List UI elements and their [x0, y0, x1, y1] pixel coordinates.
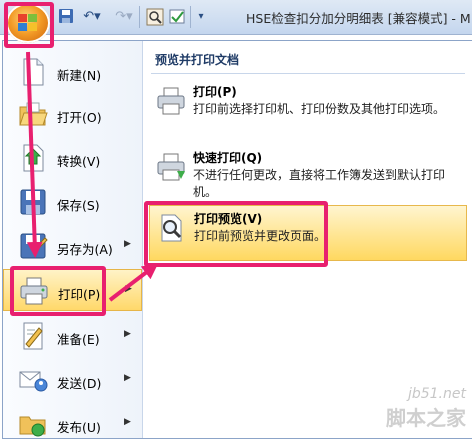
menu-item-save-as[interactable]: 另存为(A) ▶ — [3, 225, 142, 267]
option-title: 快速打印(Q) — [193, 151, 263, 165]
undo-icon[interactable]: ↶▾ — [80, 8, 104, 26]
save-icon[interactable] — [58, 8, 74, 26]
panel-header: 预览并打印文档 — [155, 53, 240, 67]
publish-icon — [17, 408, 49, 440]
prepare-icon — [17, 320, 49, 352]
option-description: 不进行任何更改，直接将工作簿发送到默认打印机。 — [193, 168, 446, 199]
option-description: 打印前选择打印机、打印份数及其他打印选项。 — [193, 102, 446, 116]
spelling-icon[interactable] — [168, 8, 186, 26]
new-document-icon — [17, 56, 49, 88]
save-as-icon — [17, 230, 49, 262]
highlight-print-preview — [144, 201, 328, 267]
submenu-arrow-icon: ▶ — [124, 373, 131, 383]
toolbar-separator — [190, 6, 191, 28]
menu-item-convert[interactable]: 转换(V) — [3, 137, 142, 179]
watermark-url: jb51.net — [407, 386, 466, 402]
watermark: jb51.net 脚本之家 — [386, 386, 466, 431]
menu-item-send[interactable]: 发送(D) ▶ — [3, 359, 142, 401]
option-title: 打印(P) — [193, 85, 237, 99]
submenu-arrow-icon: ▶ — [124, 329, 131, 339]
printer-icon — [155, 85, 187, 117]
watermark-name: 脚本之家 — [386, 406, 466, 430]
menu-item-new[interactable]: 新建(N) — [3, 51, 142, 93]
menu-item-save[interactable]: 保存(S) — [3, 181, 142, 223]
menu-item-label: 发送(D) — [57, 376, 102, 391]
divider — [151, 73, 465, 74]
highlight-print-item — [10, 266, 106, 316]
print-option-print[interactable]: 打印(P) 打印前选择打印机、打印份数及其他打印选项。 — [149, 79, 467, 135]
convert-icon — [17, 142, 49, 174]
menu-item-label: 转换(V) — [57, 154, 101, 169]
toolbar-separator — [139, 6, 140, 28]
customize-dropdown-icon[interactable]: ▾ — [195, 8, 207, 26]
menu-item-label: 另存为(A) — [57, 242, 113, 257]
menu-item-label: 准备(E) — [57, 332, 100, 347]
menu-item-label: 发布(U) — [57, 420, 101, 435]
menu-item-prepare[interactable]: 准备(E) ▶ — [3, 315, 142, 357]
menu-item-open[interactable]: 打开(O) — [3, 93, 142, 135]
window-title: HSE检查扣分加分明细表 [兼容模式] - M — [246, 11, 471, 26]
quick-print-icon — [155, 151, 187, 183]
highlight-office-button — [4, 2, 54, 48]
menu-item-publish[interactable]: 发布(U) ▶ — [3, 403, 142, 445]
menu-item-label: 新建(N) — [57, 68, 102, 83]
menu-item-label: 保存(S) — [57, 198, 100, 213]
send-icon — [17, 364, 49, 396]
menu-commands: 新建(N) 打开(O) 转换(V) 保存(S) 另存为(A) ▶ 打印(P) ▶… — [3, 41, 143, 438]
title-bar: ↶▾ ↷▾ ▾ HSE检查扣分加分明细表 [兼容模式] - M — [0, 0, 472, 35]
print-option-quick-print[interactable]: 快速打印(Q) 不进行任何更改，直接将工作簿发送到默认打印机。 — [149, 145, 467, 201]
submenu-arrow-icon: ▶ — [124, 239, 131, 249]
submenu-arrow-icon: ▶ — [125, 284, 132, 294]
open-folder-icon — [17, 98, 49, 130]
menu-item-label: 打开(O) — [57, 110, 102, 125]
redo-icon[interactable]: ↷▾ — [112, 8, 136, 26]
print-preview-icon[interactable] — [146, 8, 164, 26]
submenu-arrow-icon: ▶ — [124, 417, 131, 427]
save-icon — [17, 186, 49, 218]
